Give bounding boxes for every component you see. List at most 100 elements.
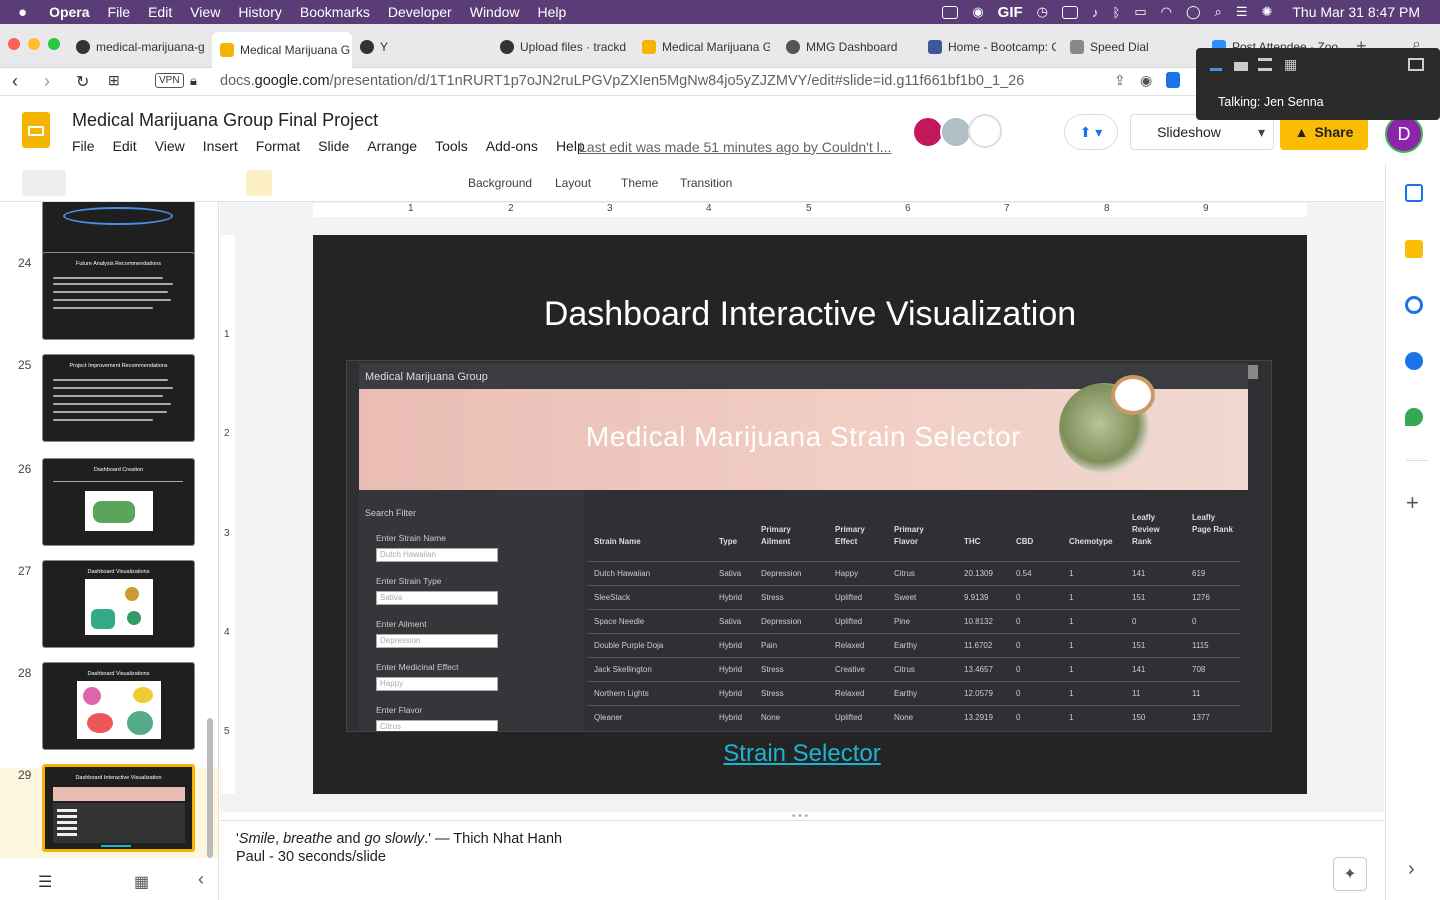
chevron-down-icon[interactable]: ▾ xyxy=(1258,124,1265,141)
theme-button[interactable]: Theme xyxy=(621,176,658,190)
menu-help[interactable]: Help xyxy=(538,4,567,20)
browser-tab[interactable]: Upload files · trackd xyxy=(500,32,630,62)
toolbar-highlight-icon[interactable] xyxy=(246,170,272,196)
volume-icon[interactable]: ♪ xyxy=(1092,5,1099,20)
slides-logo-icon[interactable] xyxy=(22,112,50,148)
account-avatar[interactable]: D xyxy=(1385,115,1423,153)
app-menu[interactable]: Opera xyxy=(49,4,89,20)
wifi-icon[interactable]: ◠ xyxy=(1161,4,1172,20)
browser-tab[interactable]: medical-marijuana-g xyxy=(76,32,206,62)
horizontal-ruler[interactable]: 1 2 3 4 5 6 7 8 9 xyxy=(313,203,1307,217)
add-addon-icon[interactable]: + xyxy=(1406,490,1419,516)
menubar-clock[interactable]: Thu Mar 31 8:47 PM xyxy=(1292,4,1420,20)
browser-tab[interactable]: Y xyxy=(360,32,480,62)
toolbar-undo-group[interactable] xyxy=(22,170,66,196)
layout-button[interactable]: Layout xyxy=(555,176,591,190)
calendar-icon[interactable] xyxy=(1405,184,1423,202)
dashboard-screenshot[interactable]: Medical Marijuana Group Medical Marijuan… xyxy=(346,360,1272,732)
docs-menu-insert[interactable]: Insert xyxy=(203,138,238,154)
back-icon[interactable]: ‹ xyxy=(12,71,18,92)
docs-menu-format[interactable]: Format xyxy=(256,138,300,154)
slide-filmstrip[interactable]: 24 Future Analysis Recommendations 25 Pr… xyxy=(0,202,219,858)
menu-history[interactable]: History xyxy=(238,4,282,20)
filmstrip-scrollbar[interactable] xyxy=(207,718,213,858)
slide-title[interactable]: Dashboard Interactive Visualization xyxy=(313,295,1307,334)
gallery-view-icon[interactable]: ▦ xyxy=(1284,56,1297,73)
share-page-icon[interactable]: ⇪ xyxy=(1114,72,1126,89)
shield-icon[interactable] xyxy=(1166,72,1180,88)
menu-file[interactable]: File xyxy=(108,4,131,20)
tabs-overview-icon[interactable]: ⊞ xyxy=(108,72,120,89)
minimize-window-button[interactable] xyxy=(28,38,40,50)
forward-icon[interactable]: › xyxy=(44,71,50,92)
snapshot-icon[interactable]: ◉ xyxy=(1140,72,1152,89)
zoom-status-icon[interactable] xyxy=(942,5,959,19)
control-center-icon[interactable]: ☰ xyxy=(1236,4,1248,20)
reload-icon[interactable]: ↻ xyxy=(76,72,89,92)
strip-view-icon[interactable] xyxy=(1258,58,1272,71)
exit-minimize-icon[interactable] xyxy=(1408,58,1424,71)
menu-edit[interactable]: Edit xyxy=(148,4,172,20)
browser-tab[interactable]: Home - Bootcamp: C xyxy=(928,32,1056,62)
browser-tab[interactable]: Medical Marijuana G xyxy=(642,32,770,62)
last-edit-link[interactable]: Last edit was made 51 minutes ago by Cou… xyxy=(579,139,891,155)
filmstrip-item-selected[interactable]: 29 Dashboard Interactive Visualization xyxy=(0,764,218,858)
user-icon[interactable]: ◯ xyxy=(1186,4,1201,20)
grid-view-icon[interactable]: ▦ xyxy=(134,872,149,892)
docs-menu-addons[interactable]: Add-ons xyxy=(486,138,538,154)
slide-thumbnail[interactable]: Dashboard Creation xyxy=(42,458,195,546)
browser-tab-active[interactable]: Medical Marijuana G xyxy=(212,32,352,68)
strain-selector-link[interactable]: Strain Selector xyxy=(313,740,1291,768)
maximize-window-button[interactable] xyxy=(48,38,60,50)
speaker-notes[interactable]: • • • 'Smile, breathe and go slowly.' — … xyxy=(220,811,1384,900)
bluetooth-icon[interactable]: ᛒ xyxy=(1113,5,1121,20)
menu-developer[interactable]: Developer xyxy=(388,4,452,20)
menu-window[interactable]: Window xyxy=(470,4,520,20)
slide-thumbnail[interactable]: Project Improvement Recommendations xyxy=(42,354,195,442)
docs-menu-arrange[interactable]: Arrange xyxy=(367,138,417,154)
background-button[interactable]: Background xyxy=(468,176,532,190)
time-machine-icon[interactable]: ◷ xyxy=(1037,4,1048,20)
docs-menu-tools[interactable]: Tools xyxy=(435,138,468,154)
slide-thumbnail[interactable]: Future Analysis Recommendations xyxy=(42,252,195,340)
maps-icon[interactable] xyxy=(1405,408,1423,426)
collaborator-avatar[interactable] xyxy=(968,114,1002,148)
notes-resize-handle[interactable]: • • • xyxy=(792,811,808,822)
tasks-icon[interactable] xyxy=(1405,296,1423,314)
docs-menu-file[interactable]: File xyxy=(72,138,95,154)
browser-tab[interactable]: Speed Dial xyxy=(1070,32,1198,62)
malwarebytes-icon[interactable]: ◉ xyxy=(972,4,983,20)
url-field[interactable]: docs.google.com/presentation/d/1T1nRURT1… xyxy=(220,73,1024,89)
keep-icon[interactable] xyxy=(1405,240,1423,258)
spotlight-icon[interactable]: ⌕ xyxy=(1215,4,1222,20)
menu-view[interactable]: View xyxy=(190,4,220,20)
speaker-view-icon[interactable] xyxy=(1234,62,1248,71)
close-window-button[interactable] xyxy=(8,38,20,50)
slide-canvas[interactable]: Dashboard Interactive Visualization Medi… xyxy=(313,235,1307,794)
presentation-title[interactable]: Medical Marijuana Group Final Project xyxy=(72,110,378,131)
slide-thumbnail[interactable]: Dashboard Visualizations xyxy=(42,662,195,750)
show-panel-chevron-icon[interactable]: › xyxy=(1408,858,1415,881)
gif-icon[interactable]: GIF xyxy=(998,4,1023,21)
docs-menu-view[interactable]: View xyxy=(155,138,185,154)
docs-menu-slide[interactable]: Slide xyxy=(318,138,349,154)
present-to-meeting-button[interactable]: ⬆ ▾ xyxy=(1064,114,1118,150)
apple-icon[interactable]: ● xyxy=(18,4,27,21)
lock-icon[interactable]: 🔒︎ xyxy=(190,73,197,89)
browser-tab[interactable]: MMG Dashboard xyxy=(786,32,914,62)
slide-thumbnail[interactable]: Dashboard Visualizations xyxy=(42,560,195,648)
explore-icon[interactable]: ✦ xyxy=(1333,857,1367,891)
collapse-panel-icon[interactable]: ‹ xyxy=(198,869,204,890)
contacts-icon[interactable] xyxy=(1405,352,1423,370)
vpn-badge[interactable]: VPN xyxy=(155,73,184,88)
menu-bookmarks[interactable]: Bookmarks xyxy=(300,4,370,20)
screens-icon[interactable] xyxy=(1062,5,1079,19)
transition-button[interactable]: Transition xyxy=(680,176,732,190)
filmstrip-view-icon[interactable]: ☰ xyxy=(38,872,52,892)
docs-menu-edit[interactable]: Edit xyxy=(113,138,137,154)
slide-thumbnail[interactable]: Dashboard Interactive Visualization xyxy=(42,764,195,852)
battery-icon[interactable]: ▭ xyxy=(1134,4,1146,20)
siri-icon[interactable]: ✺ xyxy=(1261,4,1272,20)
minimize-view-icon[interactable] xyxy=(1210,68,1222,71)
vertical-ruler[interactable]: 1 2 3 4 5 xyxy=(221,235,235,794)
